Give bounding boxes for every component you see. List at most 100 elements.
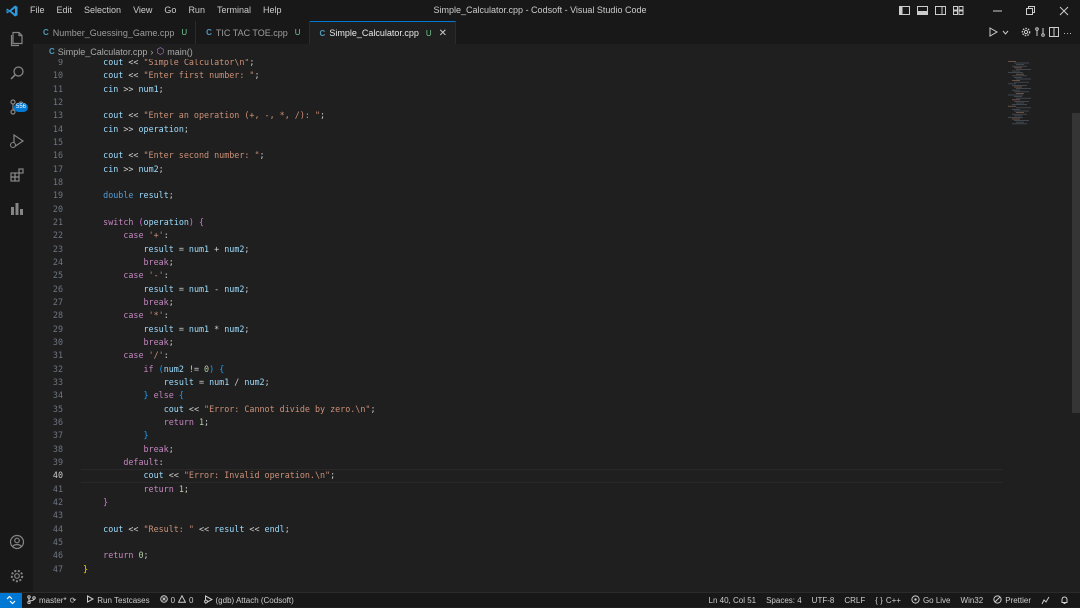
language-mode[interactable]: { } C++ (870, 593, 906, 608)
extensions-icon[interactable] (0, 158, 33, 191)
toggle-secondary-sidebar-icon[interactable] (931, 0, 949, 21)
menu-help[interactable]: Help (257, 0, 288, 21)
line-number: 36 (52, 416, 63, 427)
code-text: case '-': (123, 270, 169, 281)
toggle-panel-icon[interactable] (913, 0, 931, 21)
end-of-line[interactable]: CRLF (839, 593, 870, 608)
breadcrumb-file[interactable]: Simple_Calculator.cpp (58, 47, 148, 57)
run-testcases[interactable]: Run Testcases (81, 593, 154, 608)
menu-run[interactable]: Run (182, 0, 211, 21)
code-line[interactable]: 26 result = num1 - num2; (33, 283, 1080, 296)
code-line[interactable]: 36 return 1; (33, 416, 1080, 429)
source-control-icon[interactable]: 556 (0, 90, 33, 123)
feedback-icon[interactable] (1036, 593, 1055, 608)
encoding[interactable]: UTF-8 (807, 593, 840, 608)
code-line[interactable]: 13 cout << "Enter an operation (+, -, *,… (33, 109, 1080, 122)
code-line[interactable]: 39 default: (33, 456, 1080, 469)
code-line[interactable]: 35 cout << "Error: Cannot divide by zero… (33, 403, 1080, 416)
code-line[interactable]: 33 result = num1 / num2; (33, 376, 1080, 389)
code-line[interactable]: 17 cin >> num2; (33, 163, 1080, 176)
code-line[interactable]: 44 cout << "Result: " << result << endl; (33, 523, 1080, 536)
manage-gear-icon[interactable] (0, 559, 33, 592)
run-code-icon[interactable] (988, 26, 999, 39)
cursor-position[interactable]: Ln 40, Col 51 (704, 593, 762, 608)
git-branch[interactable]: master* ⟳ (22, 593, 81, 608)
code-line[interactable]: 29 result = num1 * num2; (33, 323, 1080, 336)
search-icon[interactable] (0, 56, 33, 89)
run-and-debug-icon[interactable] (0, 124, 33, 157)
code-line[interactable]: 43 (33, 509, 1080, 522)
code-editor[interactable]: 9 cout << "Simple Calculator\n"; 10 cout … (33, 59, 1080, 592)
problems-indicator[interactable]: 0 0 (155, 593, 199, 608)
compare-changes-icon[interactable] (1035, 26, 1045, 39)
remote-indicator-icon[interactable] (0, 592, 22, 608)
menu-terminal[interactable]: Terminal (211, 0, 257, 21)
menu-selection[interactable]: Selection (78, 0, 127, 21)
notifications-bell-icon[interactable] (1055, 593, 1074, 608)
minimize-button[interactable] (981, 0, 1014, 21)
sync-icon[interactable]: ⟳ (70, 596, 77, 605)
breadcrumb-symbol[interactable]: main() (167, 47, 193, 57)
menu-file[interactable]: File (24, 0, 51, 21)
debug-config[interactable]: (gdb) Attach (Codsoft) (199, 593, 299, 608)
line-number: 27 (52, 296, 63, 307)
code-line[interactable]: 9 cout << "Simple Calculator\n"; (33, 59, 1080, 69)
code-line[interactable]: 47} (33, 563, 1080, 576)
tab-status: U (181, 28, 188, 37)
code-line[interactable]: 15 (33, 136, 1080, 149)
accounts-icon[interactable] (0, 525, 33, 558)
testing-chart-icon[interactable] (0, 192, 33, 225)
code-line[interactable]: 12 (33, 96, 1080, 109)
tab-number-guessing-game[interactable]: C Number_Guessing_Game.cpp U (33, 21, 197, 44)
code-line[interactable]: 20 (33, 203, 1080, 216)
branch-name: master* (39, 595, 67, 605)
code-line[interactable]: 11 cin >> num1; (33, 83, 1080, 96)
code-line[interactable]: 46 return 0; (33, 549, 1080, 562)
code-line[interactable]: 40 cout << "Error: Invalid operation.\n"… (33, 469, 1080, 482)
code-line[interactable]: 16 cout << "Enter second number: "; (33, 149, 1080, 162)
customize-layout-icon[interactable] (949, 0, 967, 21)
code-line[interactable]: 23 result = num1 + num2; (33, 243, 1080, 256)
code-line[interactable]: 31 case '/': (33, 349, 1080, 362)
code-line[interactable]: 27 break; (33, 296, 1080, 309)
tab-simple-calculator[interactable]: C Simple_Calculator.cpp U ✕ (309, 21, 457, 44)
more-actions-icon[interactable]: ··· (1063, 28, 1072, 38)
code-line[interactable]: 22 case '+': (33, 229, 1080, 242)
platform[interactable]: Win32 (956, 593, 989, 608)
code-line[interactable]: 41 return 1; (33, 483, 1080, 496)
code-line[interactable]: 38 break; (33, 443, 1080, 456)
code-line[interactable]: 18 (33, 176, 1080, 189)
chevron-down-icon[interactable] (1002, 28, 1009, 38)
code-line[interactable]: 24 break; (33, 256, 1080, 269)
code-line[interactable]: 32 if (num2 != 0) { (33, 363, 1080, 376)
cpp-file-icon: C (43, 28, 49, 37)
code-line[interactable]: 37 } (33, 429, 1080, 442)
code-line[interactable]: 34 } else { (33, 389, 1080, 402)
restore-button[interactable] (1014, 0, 1047, 21)
menu-view[interactable]: View (127, 0, 158, 21)
explorer-icon[interactable] (0, 22, 33, 55)
split-editor-icon[interactable] (1049, 26, 1059, 39)
toggle-primary-sidebar-icon[interactable] (895, 0, 913, 21)
code-line[interactable]: 30 break; (33, 336, 1080, 349)
code-line[interactable]: 10 cout << "Enter first number: "; (33, 69, 1080, 82)
settings-gear-icon[interactable] (1021, 27, 1031, 39)
tab-tic-tac-toe[interactable]: C TIC TAC TOE.cpp U (196, 21, 310, 44)
code-line[interactable]: 25 case '-': (33, 269, 1080, 282)
close-tab-icon[interactable]: ✕ (439, 28, 447, 39)
menu-go[interactable]: Go (158, 0, 182, 21)
code-line[interactable]: 28 case '*': (33, 309, 1080, 322)
line-number: 42 (52, 496, 63, 507)
menu-edit[interactable]: Edit (51, 0, 79, 21)
code-line[interactable]: 19 double result; (33, 189, 1080, 202)
code-line[interactable]: 42 } (33, 496, 1080, 509)
code-line[interactable]: 21 switch (operation) { (33, 216, 1080, 229)
go-live[interactable]: Go Live (906, 593, 956, 608)
line-number: 23 (52, 243, 63, 254)
code-line[interactable]: 14 cin >> operation; (33, 123, 1080, 136)
close-window-button[interactable] (1047, 0, 1080, 21)
line-number: 33 (52, 376, 63, 387)
prettier[interactable]: Prettier (988, 593, 1036, 608)
code-line[interactable]: 45 (33, 536, 1080, 549)
indentation[interactable]: Spaces: 4 (761, 593, 807, 608)
